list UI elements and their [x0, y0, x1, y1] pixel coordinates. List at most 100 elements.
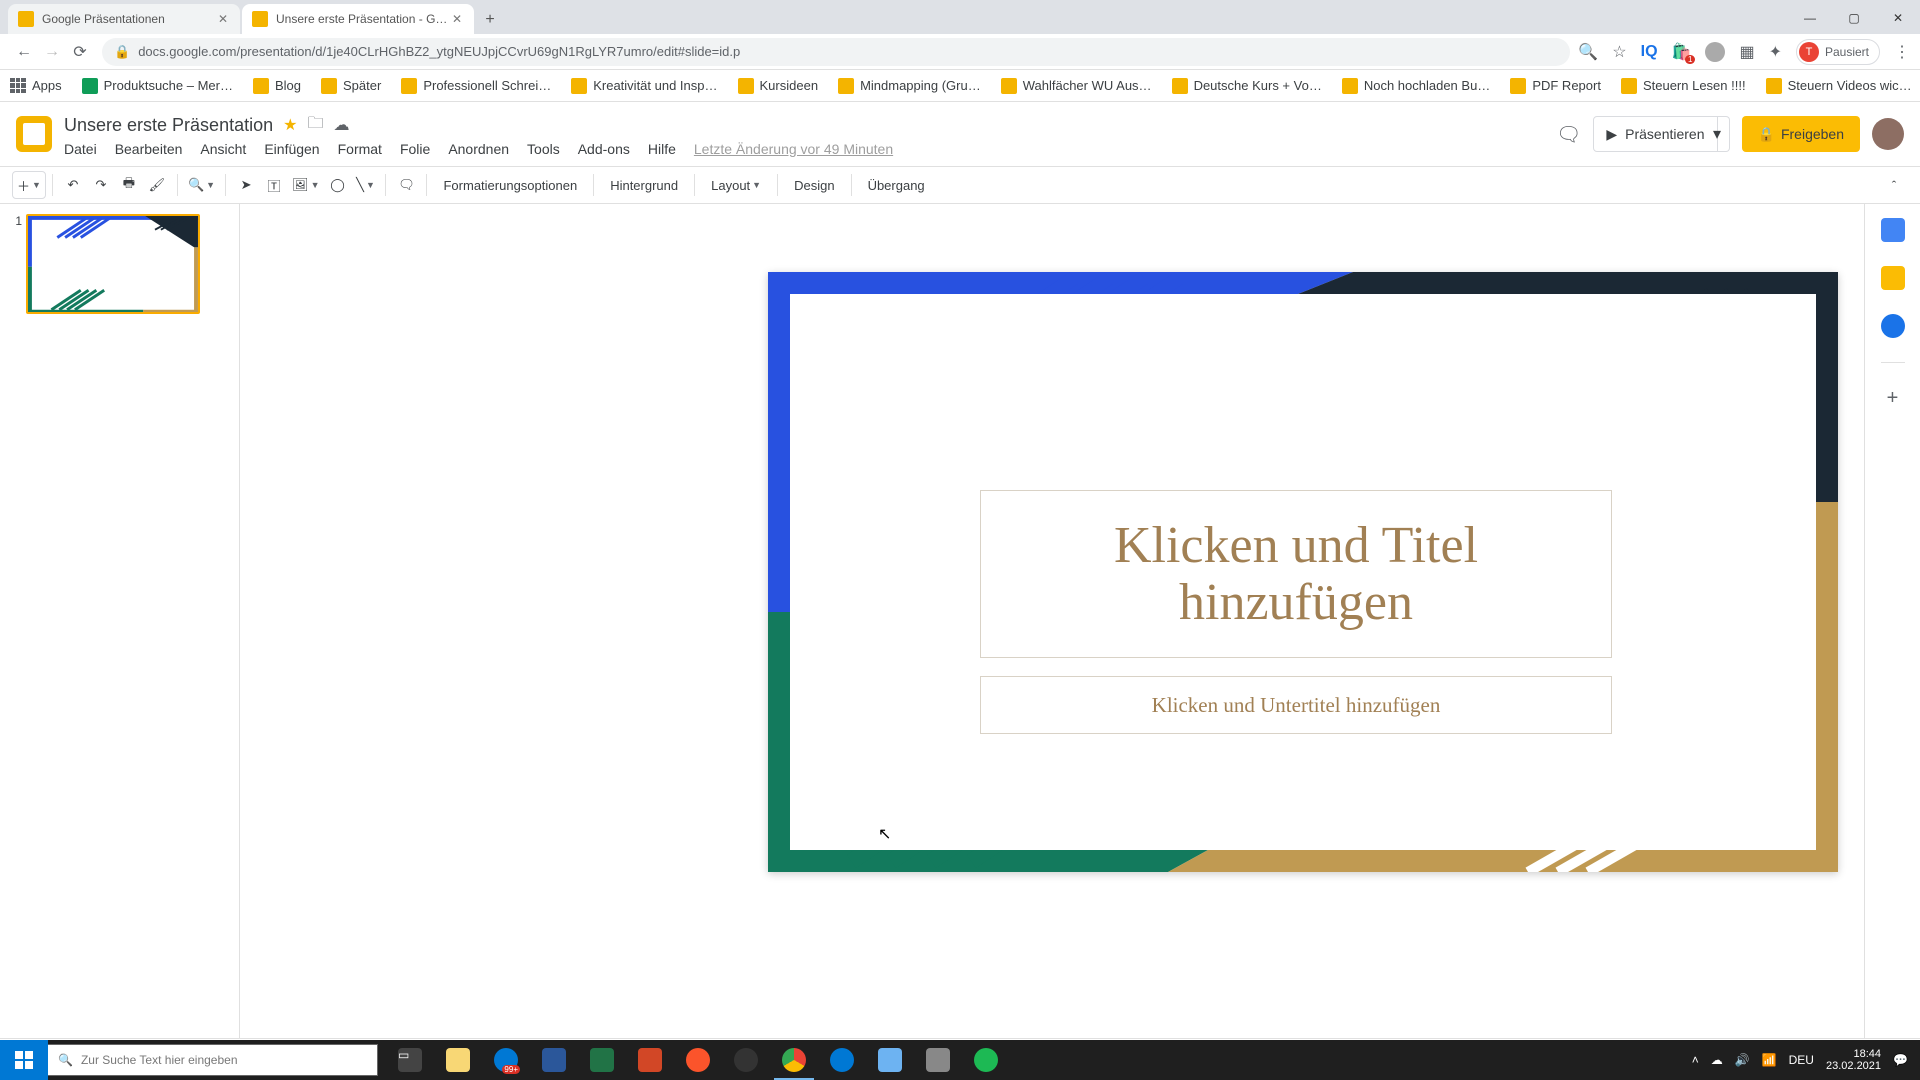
comment-button[interactable]: 🗨: [392, 171, 420, 199]
bookmark-item[interactable]: Später: [321, 78, 381, 94]
calendar-icon[interactable]: [1881, 218, 1905, 242]
bookmark-item[interactable]: Noch hochladen Bu…: [1342, 78, 1490, 94]
title-placeholder[interactable]: Klicken und Titel hinzufügen: [980, 490, 1612, 658]
chrome-app[interactable]: [770, 1040, 818, 1080]
extension-icon[interactable]: IQ: [1641, 43, 1658, 61]
notifications-icon[interactable]: 💬: [1893, 1053, 1908, 1067]
bookmark-item[interactable]: Professionell Schrei…: [401, 78, 551, 94]
bookmark-item[interactable]: Deutsche Kurs + Vo…: [1172, 78, 1322, 94]
subtitle-placeholder[interactable]: Klicken und Untertitel hinzufügen: [980, 676, 1612, 734]
collapse-toolbar-button[interactable]: ˆ: [1880, 171, 1908, 199]
bookmark-item[interactable]: Mindmapping (Gru…: [838, 78, 981, 94]
brave-app[interactable]: [674, 1040, 722, 1080]
forward-button[interactable]: →: [38, 38, 66, 66]
present-dropdown[interactable]: ▾: [1706, 116, 1730, 152]
slide-thumbnail[interactable]: [26, 214, 200, 314]
app-generic[interactable]: [914, 1040, 962, 1080]
present-button[interactable]: ▶ Präsentieren: [1593, 116, 1717, 152]
menu-arrange[interactable]: Anordnen: [448, 141, 509, 157]
star-icon[interactable]: ★: [283, 115, 297, 135]
account-avatar[interactable]: [1872, 118, 1904, 150]
edge-legacy-app[interactable]: 99+: [482, 1040, 530, 1080]
line-tool[interactable]: ╲▼: [351, 171, 379, 199]
notepad-app[interactable]: [866, 1040, 914, 1080]
menu-tools[interactable]: Tools: [527, 141, 560, 157]
volume-icon[interactable]: 🔊: [1735, 1053, 1750, 1067]
extension-icon[interactable]: ▦: [1739, 42, 1754, 62]
apps-shortcut[interactable]: Apps: [10, 78, 62, 94]
select-tool[interactable]: ➤: [232, 171, 260, 199]
textbox-tool[interactable]: 🅃: [260, 171, 288, 199]
clock[interactable]: 18:44 23.02.2021: [1826, 1048, 1881, 1072]
powerpoint-app[interactable]: [626, 1040, 674, 1080]
back-button[interactable]: ←: [10, 38, 38, 66]
close-window-button[interactable]: ✕: [1876, 2, 1920, 34]
start-button[interactable]: [0, 1040, 48, 1080]
menu-file[interactable]: Datei: [64, 141, 97, 157]
last-edit-label[interactable]: Letzte Änderung vor 49 Minuten: [694, 141, 893, 157]
close-icon[interactable]: ✕: [450, 12, 464, 26]
zoom-icon[interactable]: 🔍: [1578, 42, 1598, 62]
wifi-icon[interactable]: 📶: [1762, 1053, 1777, 1067]
menu-view[interactable]: Ansicht: [200, 141, 246, 157]
extension-icon[interactable]: 🛍️1: [1672, 42, 1692, 62]
taskbar-search[interactable]: 🔍 Zur Suche Text hier eingeben: [48, 1044, 378, 1076]
close-icon[interactable]: ✕: [216, 12, 230, 26]
bookmark-item[interactable]: Kursideen: [738, 78, 819, 94]
menu-slide[interactable]: Folie: [400, 141, 430, 157]
bookmark-item[interactable]: Produktsuche – Mer…: [82, 78, 233, 94]
new-tab-button[interactable]: +: [476, 6, 504, 34]
menu-addons[interactable]: Add-ons: [578, 141, 630, 157]
reload-button[interactable]: ⟳: [66, 38, 94, 66]
share-button[interactable]: 🔒 Freigeben: [1742, 116, 1860, 152]
paint-format-button[interactable]: 🖌: [143, 171, 171, 199]
edge-app[interactable]: [818, 1040, 866, 1080]
excel-app[interactable]: [578, 1040, 626, 1080]
spotify-app[interactable]: [962, 1040, 1010, 1080]
format-options-button[interactable]: Formatierungsoptionen: [433, 171, 587, 199]
omnibox[interactable]: 🔒 docs.google.com/presentation/d/1je40CL…: [102, 38, 1570, 66]
obs-app[interactable]: [722, 1040, 770, 1080]
bookmark-item[interactable]: Steuern Lesen !!!!: [1621, 78, 1746, 94]
design-button[interactable]: Design: [784, 171, 844, 199]
cloud-status-icon[interactable]: ☁: [333, 115, 349, 135]
tasks-icon[interactable]: [1881, 314, 1905, 338]
menu-insert[interactable]: Einfügen: [264, 141, 319, 157]
undo-button[interactable]: ↶: [59, 171, 87, 199]
slide-canvas[interactable]: Klicken und Titel hinzufügen Klicken und…: [768, 272, 1838, 872]
browser-tab[interactable]: Unsere erste Präsentation - Goo… ✕: [242, 4, 474, 34]
comments-icon[interactable]: 🗨: [1556, 122, 1581, 147]
chrome-menu-icon[interactable]: ⋮: [1894, 42, 1910, 62]
onedrive-icon[interactable]: ☁: [1711, 1053, 1723, 1067]
star-icon[interactable]: ☆: [1612, 42, 1626, 62]
profile-chip[interactable]: T Pausiert: [1796, 39, 1880, 65]
language-indicator[interactable]: DEU: [1789, 1053, 1814, 1067]
transition-button[interactable]: Übergang: [858, 171, 935, 199]
file-explorer-app[interactable]: [434, 1040, 482, 1080]
menu-help[interactable]: Hilfe: [648, 141, 676, 157]
keep-icon[interactable]: [1881, 266, 1905, 290]
canvas-area[interactable]: Klicken und Titel hinzufügen Klicken und…: [240, 204, 1864, 1038]
zoom-button[interactable]: 🔍▼: [184, 171, 219, 199]
print-button[interactable]: 🖶: [115, 171, 143, 199]
bookmark-item[interactable]: Steuern Videos wic…: [1766, 78, 1912, 94]
extensions-menu-icon[interactable]: ✦: [1769, 42, 1782, 62]
new-slide-button[interactable]: ＋▼: [12, 171, 46, 199]
bookmark-item[interactable]: Blog: [253, 78, 301, 94]
image-tool[interactable]: 🖼▼: [288, 171, 323, 199]
maximize-button[interactable]: ▢: [1832, 2, 1876, 34]
menu-edit[interactable]: Bearbeiten: [115, 141, 183, 157]
slides-logo-icon[interactable]: [16, 116, 52, 152]
tray-overflow-icon[interactable]: ˄: [1692, 1053, 1699, 1067]
minimize-button[interactable]: ―: [1788, 2, 1832, 34]
bookmark-item[interactable]: Kreativität und Insp…: [571, 78, 717, 94]
task-view-button[interactable]: ▭: [386, 1040, 434, 1080]
layout-button[interactable]: Layout▼: [701, 171, 771, 199]
background-button[interactable]: Hintergrund: [600, 171, 688, 199]
menu-format[interactable]: Format: [338, 141, 382, 157]
shape-tool[interactable]: ◯: [323, 171, 351, 199]
browser-tab[interactable]: Google Präsentationen ✕: [8, 4, 240, 34]
redo-button[interactable]: ↷: [87, 171, 115, 199]
bookmark-item[interactable]: Wahlfächer WU Aus…: [1001, 78, 1152, 94]
bookmark-item[interactable]: PDF Report: [1510, 78, 1601, 94]
